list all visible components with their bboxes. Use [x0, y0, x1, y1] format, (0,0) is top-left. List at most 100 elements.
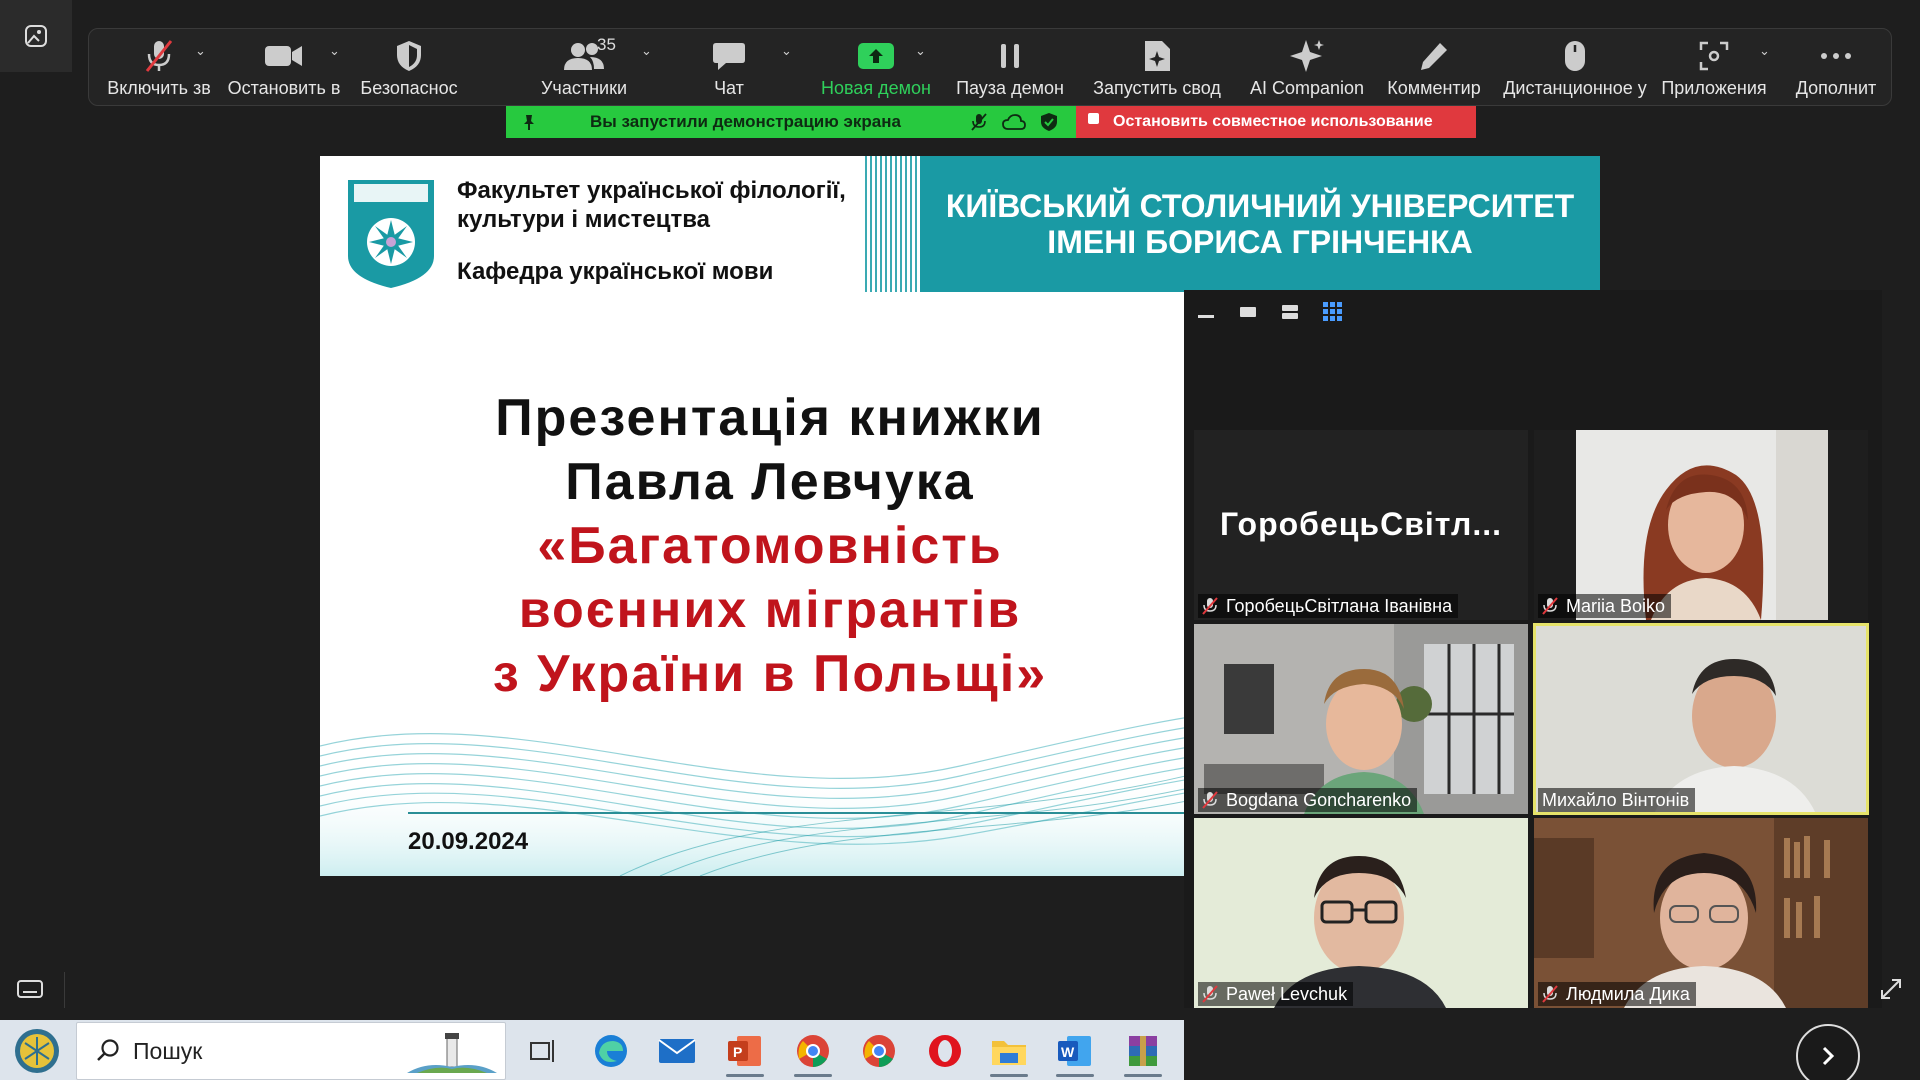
participants-label: Участники	[541, 77, 627, 98]
share-screen-icon	[858, 42, 894, 69]
cloud-icon	[1002, 114, 1026, 130]
participant-display-name: ГоробецьСвітл...	[1219, 506, 1502, 542]
pause-icon	[1001, 43, 1019, 68]
participant-video	[1194, 818, 1528, 1008]
apps-label: Приложения	[1661, 77, 1767, 98]
microphone-muted-icon	[1202, 791, 1218, 809]
participants-caret[interactable]: ⌄	[641, 43, 652, 59]
unmute-label: Включить зв	[107, 77, 211, 98]
pin-icon	[524, 115, 534, 130]
file-explorer-icon[interactable]	[990, 1032, 1028, 1070]
microphone-muted-icon	[1542, 985, 1558, 1003]
start-summary-button[interactable]: Запустить свод	[1079, 29, 1235, 107]
participant-name-label: Людмила Дика	[1538, 982, 1696, 1006]
security-button[interactable]: Безопаснос	[357, 29, 461, 107]
participant-tile-boiko[interactable]: Mariia Boiko	[1534, 430, 1868, 620]
ai-companion-label: AI Companion	[1249, 77, 1365, 98]
unmute-button[interactable]: Включить зв	[99, 29, 219, 107]
search-placeholder: Пошук	[133, 1037, 203, 1064]
opera-icon[interactable]	[926, 1032, 964, 1070]
university-line-1: КИЇВСЬКИЙ СТОЛИЧНИЙ УНІВЕРСИТЕТ	[945, 188, 1575, 224]
microphone-muted-icon	[1202, 597, 1218, 615]
pencil-icon	[1421, 42, 1447, 70]
university-banner: КИЇВСЬКИЙ СТОЛИЧНИЙ УНІВЕРСИТЕТ ІМЕНІ БО…	[920, 156, 1600, 292]
sharing-status-text: Вы запустили демонстрацию экрана	[590, 112, 901, 131]
chat-icon	[713, 42, 745, 70]
mouse-icon	[1565, 40, 1585, 71]
participant-name-label: Paweł Levchuk	[1198, 982, 1354, 1006]
apps-caret[interactable]: ⌄	[1759, 43, 1770, 59]
more-button[interactable]: Дополнит	[1787, 29, 1885, 107]
edge-browser-icon[interactable]	[592, 1032, 630, 1070]
participant-tile-horobets[interactable]: ГоробецьСвітл... ГоробецьСвітлана Іванів…	[1194, 430, 1528, 620]
microphone-muted-icon	[145, 39, 173, 72]
stop-share-label: Остановить совместное использование	[1113, 113, 1433, 130]
stop-square-icon	[1088, 112, 1099, 124]
slide-header: КИЇВСЬКИЙ СТОЛИЧНИЙ УНІВЕРСИТЕТ ІМЕНІ БО…	[320, 156, 1600, 292]
search-highlight-lighthouse-icon	[407, 1033, 497, 1073]
ai-companion-button[interactable]: AI Companion	[1239, 29, 1375, 107]
share-caret[interactable]: ⌄	[915, 43, 926, 59]
chat-label: Чат	[714, 77, 744, 98]
sharing-status-banner[interactable]: Вы запустили демонстрацию экрана	[506, 106, 1076, 138]
participant-video	[1534, 818, 1868, 1008]
stop-share-button[interactable]: Остановить совместное использование	[1076, 106, 1476, 138]
apps-icon	[1699, 41, 1729, 70]
os-taskbar: Пошук P W	[0, 1020, 1184, 1080]
faculty-name: Факультет української філології, культур…	[457, 177, 846, 233]
chrome-icon[interactable]	[860, 1032, 898, 1070]
stop-video-button[interactable]: Остановить в	[223, 29, 345, 107]
next-page-button[interactable]	[1796, 1024, 1860, 1080]
gallery-view-controls	[1196, 300, 1344, 324]
date-divider	[408, 812, 1188, 814]
start-button[interactable]	[10, 1026, 64, 1076]
task-view-icon[interactable]	[524, 1032, 562, 1070]
chat-caret[interactable]: ⌄	[781, 43, 792, 59]
participant-tile-vintoniv[interactable]: Михайло Вінтонів	[1533, 623, 1869, 815]
chrome-profile-icon[interactable]	[794, 1032, 832, 1070]
pause-share-label: Пауза демон	[956, 77, 1064, 98]
new-share-label: Новая демон	[821, 77, 931, 98]
keyboard-icon[interactable]	[16, 978, 44, 1000]
video-options-caret[interactable]: ⌄	[329, 43, 340, 59]
participants-button[interactable]: Участники	[519, 29, 649, 107]
apps-button[interactable]: Приложения	[1655, 29, 1773, 107]
remote-control-button[interactable]: Дистанционное у	[1495, 29, 1655, 107]
chat-button[interactable]: Чат	[689, 29, 769, 107]
mail-icon[interactable]	[658, 1032, 696, 1070]
shield-check-icon	[1041, 113, 1057, 131]
title-line-1: Презентація книжки	[495, 389, 1045, 447]
participant-tile-goncharenko[interactable]: Bogdana Goncharenko	[1194, 624, 1528, 814]
audio-options-caret[interactable]: ⌄	[195, 43, 206, 59]
microphone-muted-icon	[1542, 597, 1558, 615]
participant-tile-levchuk[interactable]: Paweł Levchuk	[1194, 818, 1528, 1008]
title-line-2: Павла Левчука	[565, 453, 975, 511]
taskbar-search[interactable]: Пошук	[76, 1022, 506, 1080]
participant-tile-dyka[interactable]: Людмила Дика	[1534, 818, 1868, 1008]
sparkle-icon	[1290, 39, 1324, 72]
window-widget-button[interactable]	[0, 0, 72, 72]
strip-view-icon[interactable]	[1280, 302, 1300, 322]
powerpoint-icon[interactable]: P	[726, 1032, 764, 1070]
participant-name-label: Bogdana Goncharenko	[1198, 788, 1418, 812]
speaker-view-icon[interactable]	[1238, 302, 1258, 322]
shield-icon	[397, 40, 421, 71]
annotate-label: Комментир	[1387, 77, 1481, 98]
pause-share-button[interactable]: Пауза демон	[947, 29, 1073, 107]
new-share-button[interactable]: Новая демон	[811, 29, 941, 107]
microphone-muted-icon	[1202, 985, 1218, 1003]
search-icon	[97, 1039, 119, 1061]
expand-icon[interactable]	[1880, 978, 1902, 1000]
participant-video	[1534, 624, 1868, 814]
title-line-4: воєнних мігрантів	[518, 581, 1022, 639]
participants-count: 35	[597, 35, 616, 54]
remote-control-label: Дистанционное у	[1503, 77, 1647, 98]
gallery-view-icon[interactable]	[1322, 301, 1344, 323]
winrar-icon[interactable]	[1124, 1032, 1162, 1070]
word-icon[interactable]: W	[1056, 1032, 1094, 1070]
university-line-2: ІМЕНІ БОРИСА ГРІНЧЕНКА	[1047, 224, 1473, 260]
more-label: Дополнит	[1795, 77, 1877, 98]
slide-date: 20.09.2024	[408, 828, 529, 855]
minimize-icon[interactable]	[1196, 302, 1216, 322]
annotate-button[interactable]: Комментир	[1379, 29, 1489, 107]
